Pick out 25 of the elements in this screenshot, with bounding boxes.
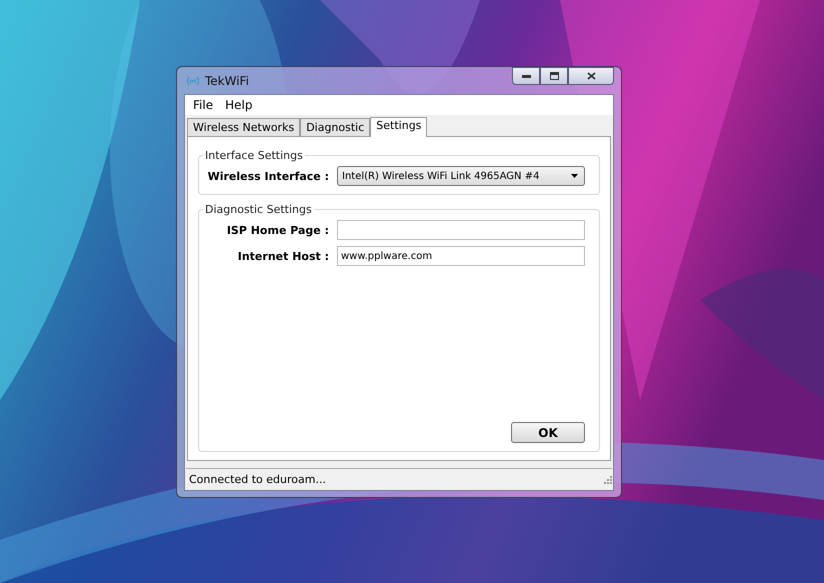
field-label: Wireless Interface : (206, 170, 329, 182)
field-label: ISP Home Page : (226, 224, 329, 236)
window-title: TekWiFi (205, 74, 249, 88)
input-field[interactable]: www.pplware.com (337, 246, 585, 266)
group-title: Diagnostic Settings (204, 203, 313, 216)
menu-item[interactable]: File (187, 98, 220, 112)
tab[interactable]: Wireless Networks (187, 118, 300, 136)
resize-grip-icon[interactable] (602, 474, 612, 484)
minimize-button[interactable] (512, 67, 540, 85)
status-text: Connected to eduroam... (188, 472, 327, 486)
maximize-icon (550, 72, 558, 80)
ok-button[interactable]: OK (511, 422, 585, 443)
tab[interactable]: Diagnostic (300, 118, 370, 136)
tab[interactable]: Settings (370, 117, 428, 137)
close-button[interactable] (568, 67, 614, 85)
field-label: Internet Host : (236, 250, 329, 262)
minimize-icon (522, 74, 530, 78)
group-title: Interface Settings (204, 149, 304, 162)
wifi-icon (186, 76, 200, 86)
maximize-button[interactable] (540, 67, 568, 85)
caret-icon (571, 174, 578, 178)
interface-dropdown[interactable]: Intel(R) Wireless WiFi Link 4965AGN #4 (337, 166, 585, 186)
close-icon (586, 72, 596, 80)
input-field[interactable] (337, 220, 585, 240)
menu-item[interactable]: Help (219, 98, 258, 112)
